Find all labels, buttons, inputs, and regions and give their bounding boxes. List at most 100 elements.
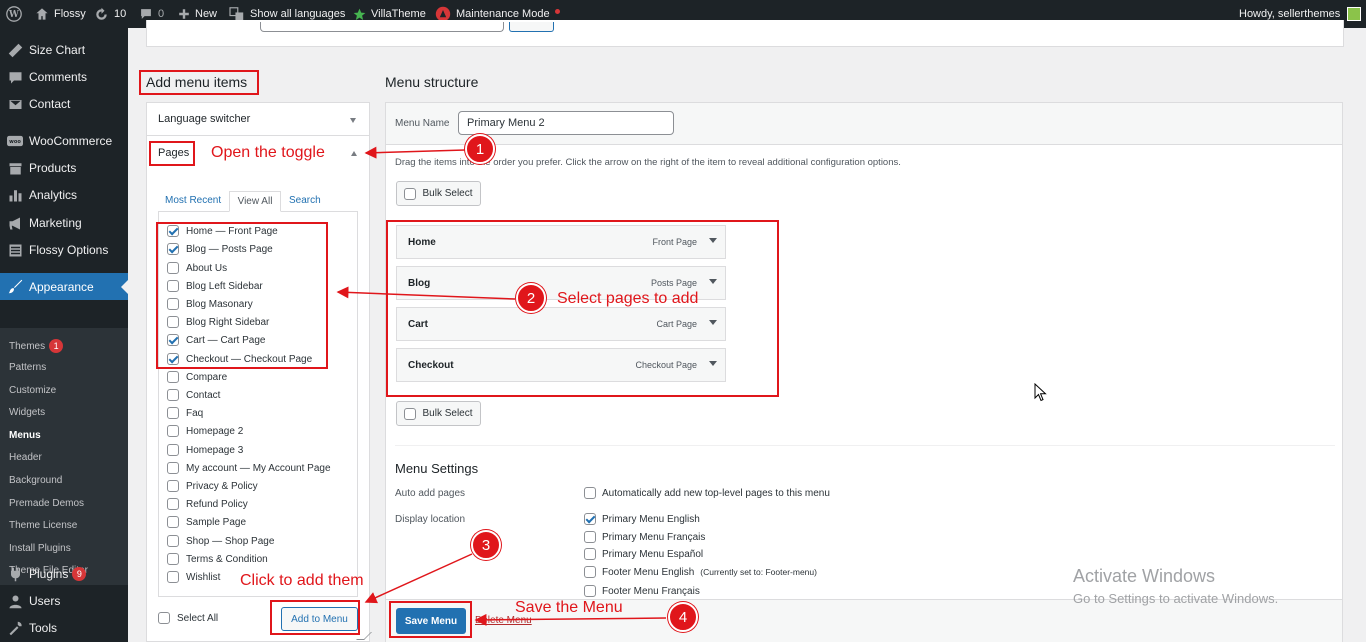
sidebar-item-comments[interactable]: Comments [0,67,128,87]
sidebar-item-label: Plugins [29,567,69,581]
location-option[interactable]: Footer Menu English (Currently set to: Fo… [584,566,817,578]
themes-badge: 1 [49,339,64,353]
sidebar-item-label: Appearance [29,279,94,294]
page-checkbox[interactable] [167,462,179,474]
page-option[interactable]: Refund Policy [167,498,248,510]
wordpress-logo-icon[interactable]: W [6,0,22,28]
page-checkbox[interactable] [167,571,179,583]
submenu-menus[interactable]: Menus [9,430,41,441]
admin-sidebar: Themes 1 Patterns Customize Widgets Menus… [0,28,128,642]
menu-name-input[interactable] [458,111,674,135]
mail-icon [7,96,23,112]
bulk-select-checkbox [404,187,417,200]
submenu-theme-license[interactable]: Theme License [9,520,77,531]
sidebar-item-label: Contact [29,97,71,111]
sidebar-item-appearance[interactable]: Appearance [0,273,128,300]
tab-search[interactable]: Search [289,195,321,206]
page-checkbox[interactable] [167,371,179,383]
page-option[interactable]: Shop — Shop Page [167,535,274,547]
page-option[interactable]: Faq [167,407,203,419]
page-checkbox[interactable] [167,389,179,401]
sidebar-item-analytics[interactable]: Analytics [0,185,128,205]
page-option[interactable]: Compare [167,371,227,383]
sidebar-item-size-chart[interactable]: Size Chart [0,40,128,60]
submenu-background[interactable]: Background [9,475,62,486]
sidebar-item-label: WooCommerce [29,134,113,148]
sidebar-item-label: Marketing [29,216,82,230]
location-option[interactable]: Primary Menu Français [584,531,705,543]
step-1-badge: 1 [465,134,495,164]
page-checkbox[interactable] [167,553,179,565]
sidebar-item-plugins[interactable]: Plugins 9 [0,564,128,584]
page-option[interactable]: Sample Page [167,516,246,528]
annotation-box-pages-selection [156,222,328,369]
location-label: Primary Menu English [602,513,700,525]
activate-windows-title: Activate Windows [1073,566,1216,586]
tab-most-recent[interactable]: Most Recent [165,195,221,206]
page-label: Compare [186,371,228,383]
location-label: Primary Menu Français [602,531,706,543]
bulk-select-button-top[interactable]: Bulk Select [396,181,481,206]
page-checkbox[interactable] [167,498,179,510]
location-note: (Currently set to: Footer-menu) [700,567,817,577]
sidebar-item-flossy-options[interactable]: Flossy Options [0,240,128,260]
submenu-patterns[interactable]: Patterns [9,362,46,373]
sidebar-item-products[interactable]: Products [0,158,128,178]
step-4-badge: 4 [668,602,698,632]
location-checkbox[interactable] [584,566,596,578]
location-checkbox[interactable] [584,531,596,543]
page-option[interactable]: Contact [167,389,220,401]
page-checkbox[interactable] [167,516,179,528]
page-option[interactable]: Terms & Condition [167,553,268,565]
sidebar-item-marketing[interactable]: Marketing [0,213,128,233]
page-option[interactable]: Privacy & Policy [167,480,258,492]
page-label: Refund Policy [186,498,248,510]
step-1-text: Open the toggle [211,144,325,161]
annotation-box-add-items [139,70,259,95]
submenu-customize[interactable]: Customize [9,385,56,396]
location-checkbox[interactable] [584,585,596,597]
page-checkbox[interactable] [167,407,179,419]
page-checkbox[interactable] [167,480,179,492]
sidebar-item-woocommerce[interactable]: woo WooCommerce [0,131,128,151]
submenu-themes[interactable]: Themes 1 [9,339,64,353]
submenu-header[interactable]: Header [9,452,42,463]
annotation-box-pages [149,141,195,166]
select-all-checkbox[interactable] [158,612,170,624]
page-checkbox[interactable] [167,425,179,437]
chevron-up-icon [351,151,357,156]
page-label: Contact [186,389,221,401]
page-option[interactable]: Homepage 3 [167,444,243,456]
auto-add-option[interactable]: Automatically add new top-level pages to… [584,487,830,499]
sidebar-item-tools[interactable]: Tools [0,618,128,638]
language-switcher-accordion[interactable]: Language switcher [147,103,369,136]
submenu-premade-demos[interactable]: Premade Demos [9,498,84,509]
location-checkbox[interactable] [584,513,596,525]
tab-view-all[interactable]: View All [229,191,281,212]
page-option[interactable]: Wishlist [167,571,220,583]
woo-icon: woo [7,133,23,149]
sidebar-item-users[interactable]: Users [0,591,128,611]
page-label: My account — My Account Page [186,462,331,474]
auto-add-checkbox[interactable] [584,487,596,499]
page-label: Wishlist [186,571,221,583]
location-checkbox[interactable] [584,548,596,560]
star-icon [353,8,366,20]
language-switcher-label: Language switcher [158,113,251,125]
submenu-install-plugins[interactable]: Install Plugins [9,543,71,554]
site-name-link[interactable]: Flossy [35,0,86,28]
location-option[interactable]: Footer Menu Français [584,585,700,597]
page-checkbox[interactable] [167,444,179,456]
select-button[interactable] [509,22,554,32]
page-option[interactable]: Homepage 2 [167,425,243,437]
menu-select-dropdown[interactable] [260,22,504,32]
location-option[interactable]: Primary Menu English [584,513,700,525]
select-all-option[interactable]: Select All [158,612,218,624]
bulk-select-button-bottom[interactable]: Bulk Select [396,401,481,426]
location-option[interactable]: Primary Menu Español [584,548,703,560]
submenu-widgets[interactable]: Widgets [9,407,45,418]
page-option[interactable]: My account — My Account Page [167,462,331,474]
sidebar-item-contact[interactable]: Contact [0,94,128,114]
page-checkbox[interactable] [167,535,179,547]
updates-link[interactable]: 10 [94,0,126,28]
